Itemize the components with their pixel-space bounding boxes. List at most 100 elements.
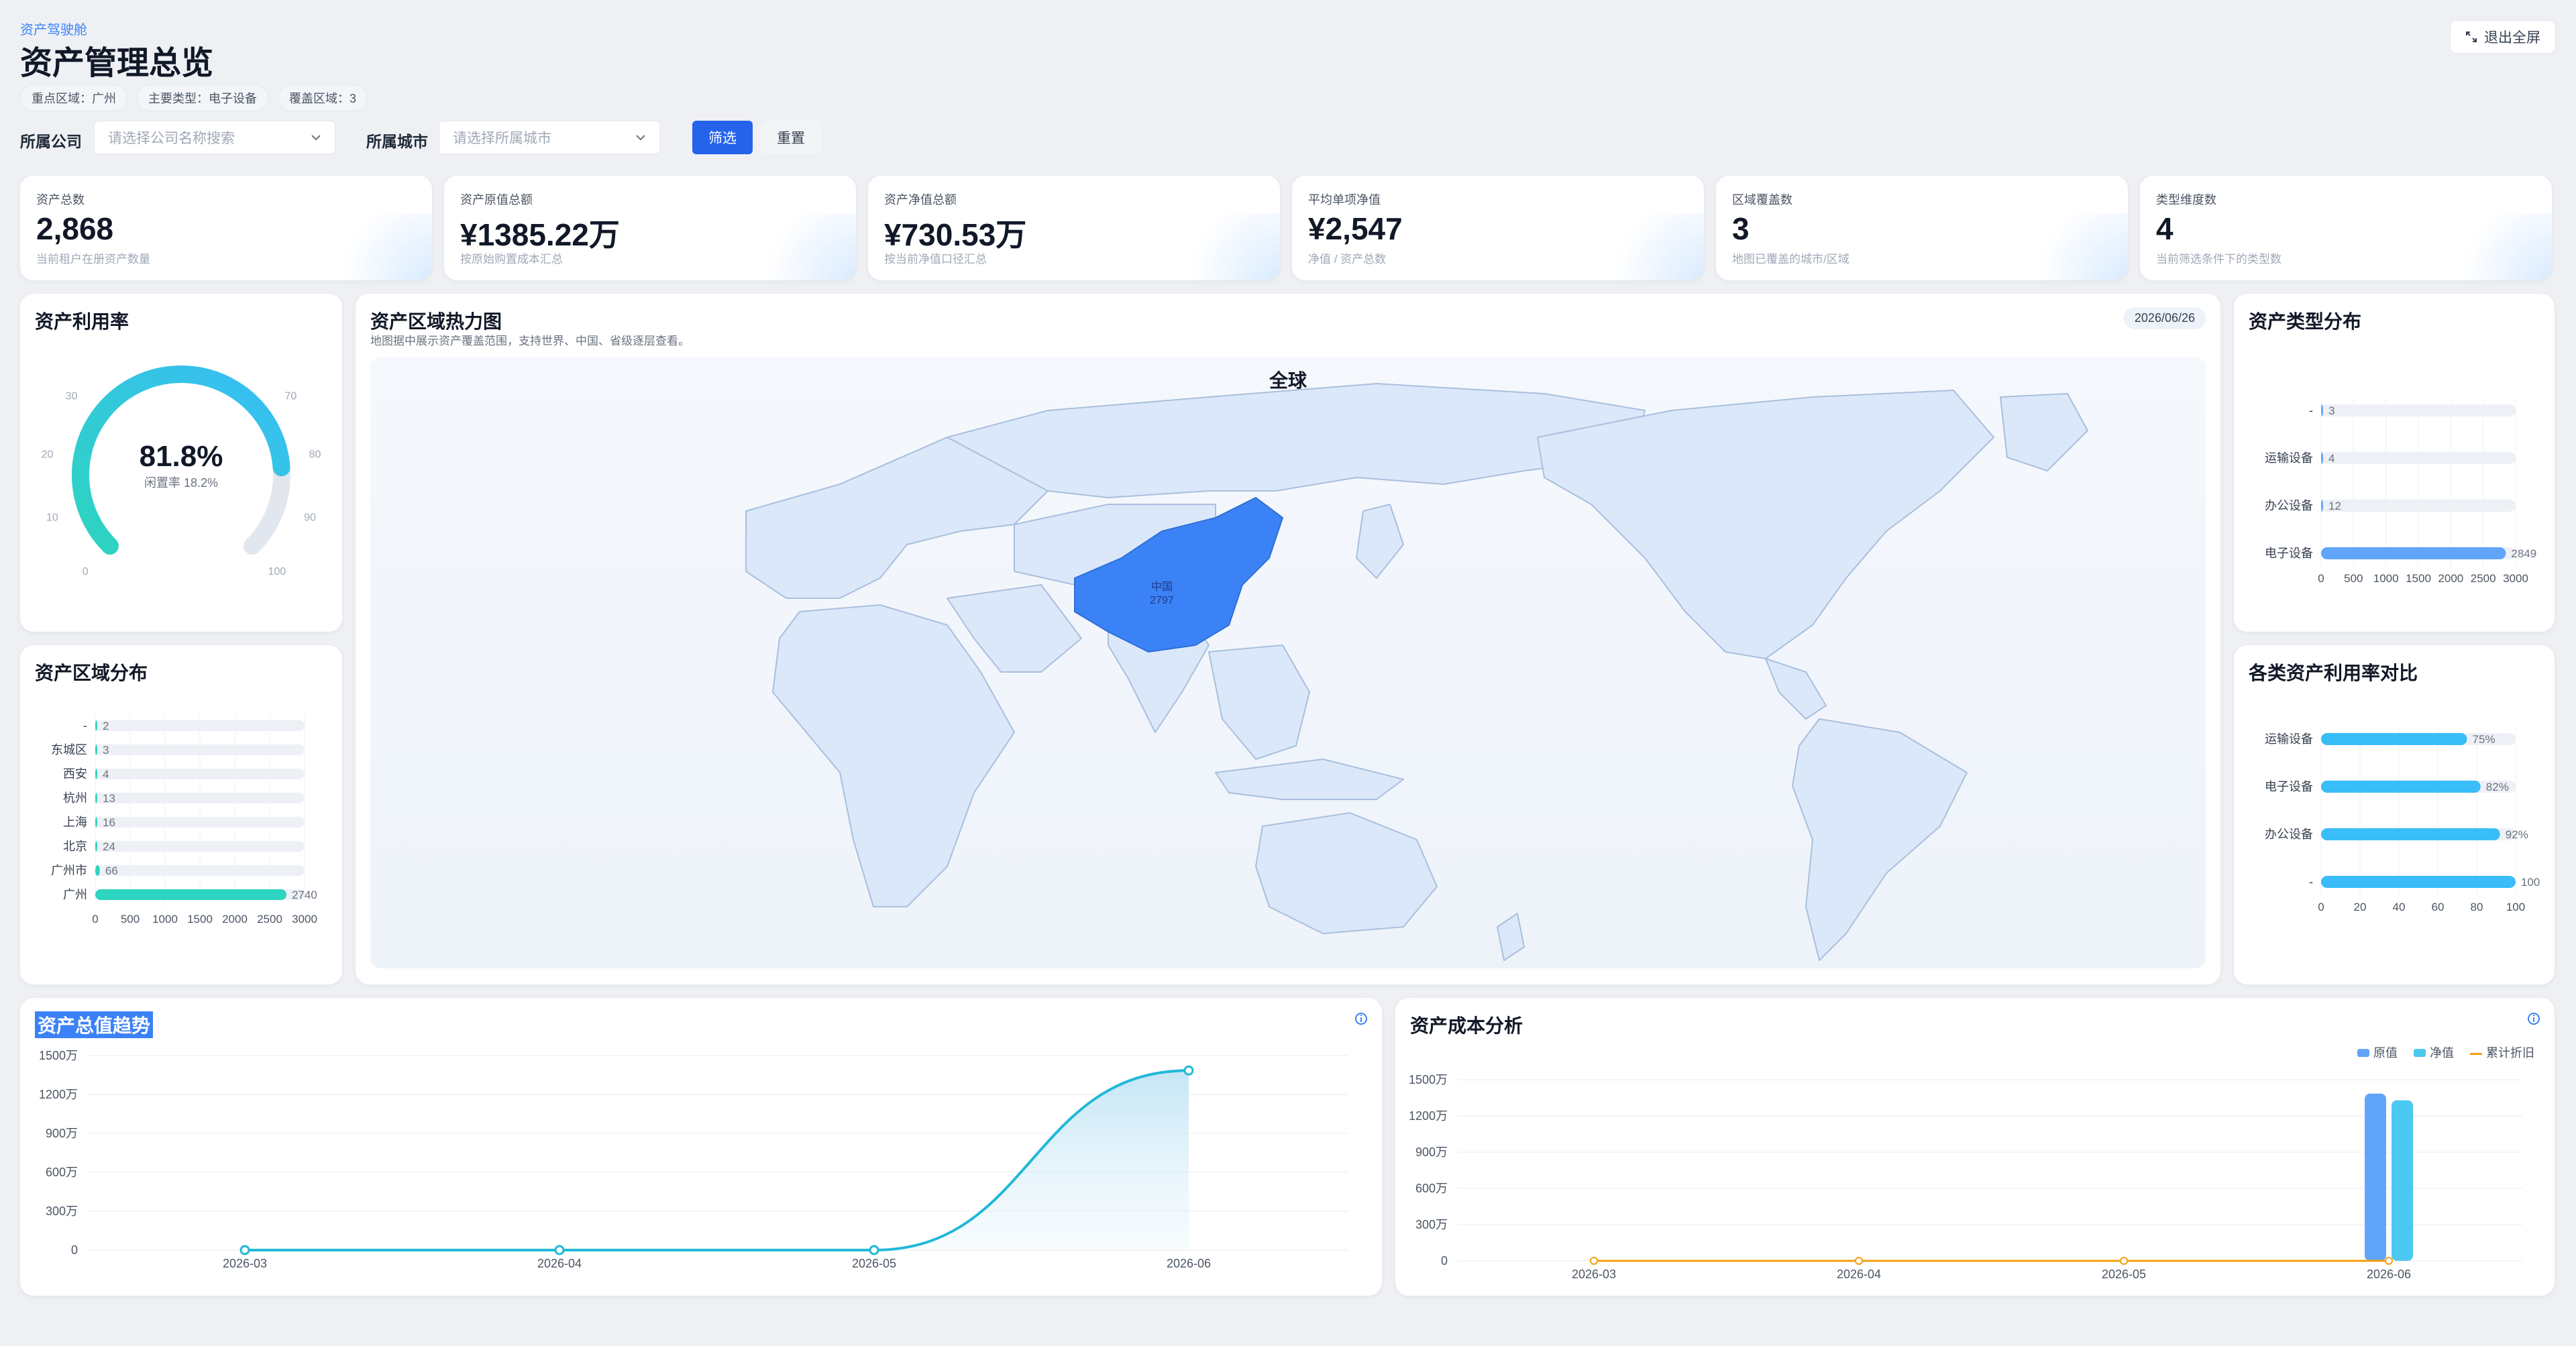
south-america-shape	[1792, 718, 1968, 961]
bar-track	[2321, 404, 2516, 416]
trend-point	[1183, 1065, 1194, 1076]
cost-bar	[2365, 1093, 2386, 1261]
tag-key-region: 重点区域：广州	[20, 85, 127, 111]
x-tick-label: 100	[2506, 901, 2525, 913]
bar	[95, 817, 97, 828]
cost-bar	[2392, 1100, 2413, 1261]
data-label: 2740	[292, 889, 317, 901]
x-tick-label: 2026-04	[537, 1257, 582, 1270]
data-label: 2	[103, 720, 109, 732]
x-tick-label: 2026-03	[1572, 1268, 1616, 1281]
info-icon[interactable]	[2526, 1011, 2541, 1026]
x-tick-label: 2500	[2471, 572, 2496, 585]
kpi-desc: 按原始购置成本汇总	[460, 253, 563, 266]
info-icon[interactable]	[1354, 1011, 1368, 1026]
y-tick-label: 300万	[1415, 1218, 1448, 1231]
cost-chart: 0 300万 600万 900万 1200万 1500万 2026-03 2026-04 202…	[1409, 1073, 2522, 1281]
bar-track	[95, 841, 305, 852]
x-tick-label: 2026-06	[2367, 1268, 2411, 1281]
data-label: 2849	[2511, 547, 2536, 560]
kpi-desc: 净值 / 资产总数	[1308, 253, 1387, 266]
legend-item-depreciation[interactable]: 累计折旧	[2470, 1044, 2534, 1061]
kpi-card-avg-net-value: 平均单项净值 ¥2,547 净值 / 资产总数	[1292, 176, 1704, 280]
kpi-desc: 地图已覆盖的城市/区域	[1732, 253, 1849, 266]
data-label: 24	[103, 840, 115, 853]
data-label: 82%	[2486, 781, 2509, 793]
region-distribution-title: 资产区域分布	[35, 663, 148, 683]
kpi-value: 3	[1732, 211, 1750, 246]
cost-title: 资产成本分析	[1410, 1015, 1523, 1036]
y-tick-label: 1500万	[1409, 1073, 1448, 1086]
category-label: 东城区	[51, 743, 87, 756]
southeast-asia-shape	[1208, 644, 1310, 760]
type-distribution-title: 资产类型分布	[2249, 311, 2362, 332]
exit-fullscreen-label: 退出全屏	[2484, 30, 2540, 46]
y-tick-label: 0	[71, 1243, 78, 1257]
utilization-card: 资产利用率 0 10 20 30 70 80 90 100 81.8% 闲置率 18.2%	[20, 294, 342, 632]
japan-shape	[1356, 504, 1404, 579]
y-tick-label: 300万	[46, 1204, 78, 1218]
kpi-label: 平均单项净值	[1308, 193, 1381, 207]
legend-item-original[interactable]: 原值	[2357, 1044, 2398, 1061]
china-label: 中国	[1151, 581, 1173, 593]
kpi-value: 2,868	[36, 211, 114, 246]
greenland-shape	[2000, 393, 2088, 471]
data-label: 92%	[2506, 828, 2528, 841]
heatmap-title: 资产区域热力图	[370, 311, 502, 332]
bar	[2321, 404, 2323, 416]
kpi-card-total-assets: 资产总数 2,868 当前租户在册资产数量	[20, 176, 432, 280]
world-map[interactable]: 全球 中国 2797	[370, 357, 2206, 968]
kpi-value: ¥2,547	[1308, 211, 1403, 246]
y-tick-label: 1200万	[39, 1088, 78, 1101]
gauge-tick-label: 30	[66, 390, 78, 402]
city-filter-label: 所属城市	[366, 133, 428, 150]
exit-fullscreen-button[interactable]: 退出全屏	[2450, 20, 2556, 54]
trend-chart: 0 300万 600万 900万 1200万 1500万 2026-03 2026-04 202…	[39, 1049, 1348, 1270]
filter-button[interactable]: 筛选	[692, 121, 753, 154]
x-tick-label: 500	[2344, 572, 2363, 585]
gauge-tick-label: 70	[285, 390, 297, 402]
y-tick-label: 1200万	[1409, 1109, 1448, 1123]
page-title: 资产管理总览	[20, 46, 214, 81]
legend-item-net[interactable]: 净值	[2414, 1044, 2454, 1061]
kpi-label: 资产总数	[36, 193, 85, 207]
bar	[2321, 781, 2481, 793]
kpi-card-region-count: 区域覆盖数 3 地图已覆盖的城市/区域	[1716, 176, 2128, 280]
x-tick-label: 2000	[2438, 572, 2463, 585]
bar-track	[2321, 452, 2516, 464]
region-distribution-card: 资产区域分布 0 500 1000 1500 2000 2500 3000 - 2 东城区 3 西安 4…	[20, 645, 342, 985]
type-distribution-chart: 0 500 1000 1500 2000 2500 3000 - 3 运输设备 4 办公设备 12 电子设…	[2265, 398, 2536, 585]
utilization-compare-title: 各类资产利用率对比	[2249, 663, 2418, 683]
x-tick-label: 40	[2393, 901, 2406, 913]
kpi-desc: 按当前净值口径汇总	[884, 253, 987, 266]
cost-legend: 原值 净值 累计折旧	[2357, 1044, 2534, 1061]
bar	[95, 720, 97, 731]
category-label: 杭州	[63, 791, 87, 805]
x-tick-label: 80	[2471, 901, 2483, 913]
bar-track	[95, 817, 305, 828]
y-tick-label: 600万	[1415, 1182, 1448, 1195]
y-tick-label: 900万	[46, 1127, 78, 1140]
x-tick-label: 3000	[2503, 572, 2528, 585]
reset-button[interactable]: 重置	[761, 121, 821, 154]
trend-point	[869, 1245, 879, 1255]
kpi-label: 资产原值总额	[460, 193, 533, 207]
x-tick-label: 1500	[2406, 572, 2431, 585]
bar	[95, 793, 97, 803]
city-select[interactable]: 请选择所属城市	[439, 121, 660, 154]
x-tick-label: 0	[2318, 572, 2324, 585]
category-label: 办公设备	[2265, 828, 2313, 841]
y-tick-label: 900万	[1415, 1145, 1448, 1159]
category-label: 广州市	[51, 864, 87, 877]
tag-coverage: 覆盖区域：3	[278, 85, 368, 111]
depreciation-point	[1590, 1257, 1598, 1265]
category-label: 办公设备	[2265, 499, 2313, 512]
newzealand-shape	[1497, 913, 1525, 961]
heatmap-subtitle: 地图据中展示资产覆盖范围，支持世界、中国、省级逐层查看。	[370, 335, 690, 347]
company-select[interactable]: 请选择公司名称搜索	[94, 121, 335, 154]
x-tick-label: 0	[2318, 901, 2324, 913]
idle-rate: 闲置率 18.2%	[144, 476, 219, 490]
gauge-tick-label: 100	[268, 566, 286, 577]
x-tick-label: 60	[2432, 901, 2445, 913]
category-label: -	[83, 719, 87, 732]
